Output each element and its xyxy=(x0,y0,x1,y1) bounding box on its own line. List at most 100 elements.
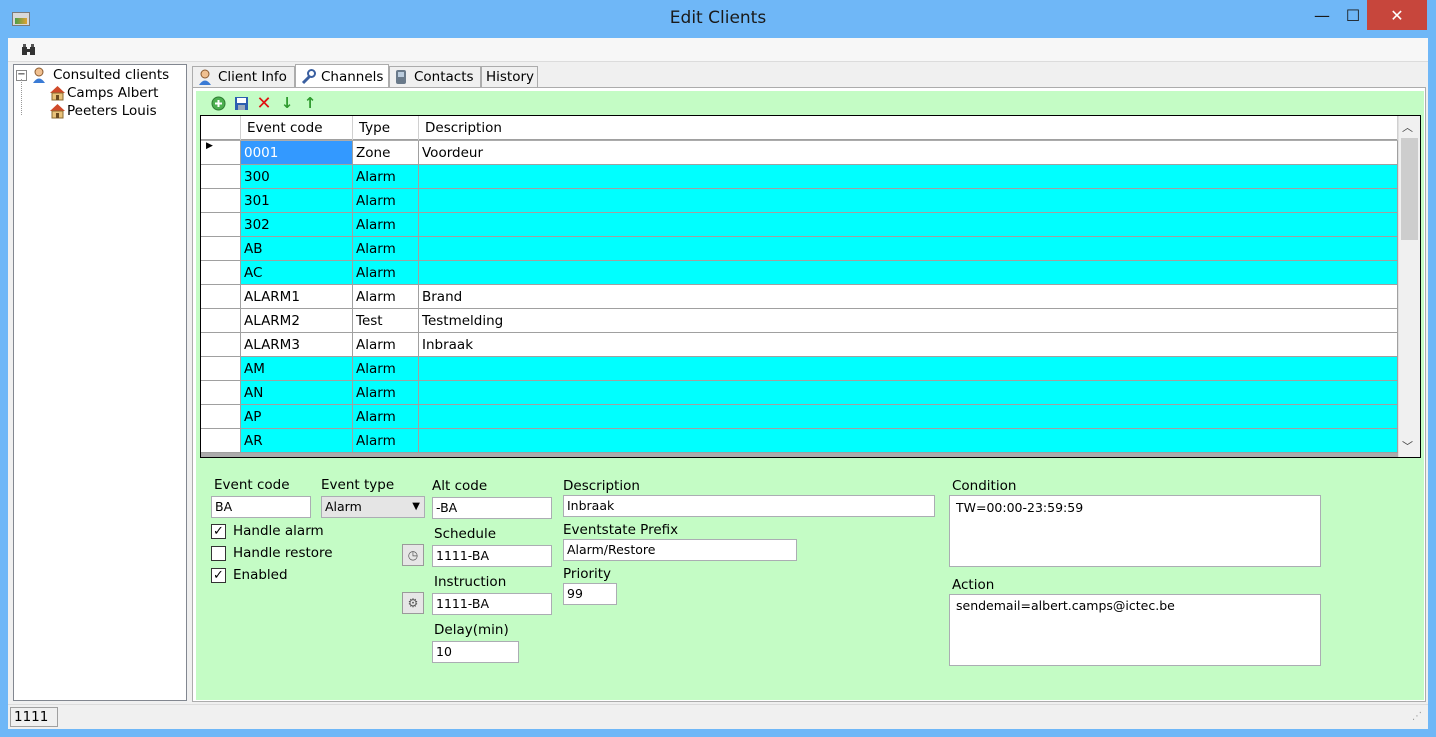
header-description[interactable]: Description xyxy=(419,116,1398,140)
delay-input[interactable]: 10 xyxy=(432,641,519,663)
table-row[interactable]: ▶ 0001 Zone Voordeur xyxy=(201,141,1398,165)
condition-textarea[interactable]: TW=00:00-23:59:59 xyxy=(949,495,1321,567)
resize-grip-icon[interactable]: ⋰ xyxy=(1412,711,1422,722)
cell-code[interactable]: AR xyxy=(241,429,353,452)
table-row[interactable]: 301 Alarm xyxy=(201,189,1398,213)
header-type[interactable]: Type xyxy=(353,116,419,140)
cell-code[interactable]: AP xyxy=(241,405,353,428)
cell-type[interactable]: Alarm xyxy=(353,285,419,308)
header-event-code[interactable]: Event code xyxy=(241,116,353,140)
row-header[interactable] xyxy=(201,213,241,236)
table-row[interactable]: AN Alarm xyxy=(201,381,1398,405)
enabled-checkbox[interactable]: ✓ xyxy=(211,568,226,583)
binoculars-icon[interactable] xyxy=(22,43,36,56)
scroll-up-icon[interactable]: ︿ xyxy=(1402,119,1413,135)
row-header[interactable] xyxy=(201,429,241,452)
cell-code[interactable]: AM xyxy=(241,357,353,380)
cell-type[interactable]: Test xyxy=(353,309,419,332)
table-row[interactable]: ALARM1 Alarm Brand xyxy=(201,285,1398,309)
table-row[interactable]: AP Alarm xyxy=(201,405,1398,429)
event-code-input[interactable]: BA xyxy=(211,496,311,518)
cell-code[interactable]: 302 xyxy=(241,213,353,236)
prefix-input[interactable]: Alarm/Restore xyxy=(563,539,797,561)
handle-restore-checkbox[interactable] xyxy=(211,546,226,561)
move-down-icon[interactable]: ↓ xyxy=(279,94,295,112)
row-header[interactable] xyxy=(201,189,241,212)
instruction-input[interactable]: 1111-BA xyxy=(432,593,552,615)
event-type-select[interactable]: Alarm ▼ xyxy=(321,496,425,518)
table-row[interactable]: AR Alarm xyxy=(201,429,1398,453)
cell-desc[interactable] xyxy=(419,237,1398,260)
table-row[interactable]: AC Alarm xyxy=(201,261,1398,285)
tab-contacts[interactable]: Contacts xyxy=(389,66,481,87)
cell-code[interactable]: AC xyxy=(241,261,353,284)
delete-icon[interactable]: ✕ xyxy=(256,93,272,114)
cell-code[interactable]: 301 xyxy=(241,189,353,212)
table-row[interactable]: 300 Alarm xyxy=(201,165,1398,189)
cell-desc[interactable] xyxy=(419,429,1398,452)
cell-desc[interactable]: Voordeur xyxy=(419,141,1398,164)
tab-history[interactable]: History xyxy=(481,66,538,87)
cell-type[interactable]: Alarm xyxy=(353,237,419,260)
gear-icon[interactable]: ⚙ xyxy=(402,592,424,614)
cell-code[interactable]: 300 xyxy=(241,165,353,188)
cell-code[interactable]: AB xyxy=(241,237,353,260)
cell-desc[interactable] xyxy=(419,381,1398,404)
row-header[interactable] xyxy=(201,333,241,356)
row-header[interactable] xyxy=(201,237,241,260)
row-header[interactable] xyxy=(201,357,241,380)
cell-desc[interactable]: Inbraak xyxy=(419,333,1398,356)
row-header[interactable] xyxy=(201,285,241,308)
cell-code[interactable]: ALARM1 xyxy=(241,285,353,308)
cell-type[interactable]: Alarm xyxy=(353,261,419,284)
cell-type[interactable]: Alarm xyxy=(353,333,419,356)
cell-type[interactable]: Zone xyxy=(353,141,419,164)
grid-scrollbar[interactable]: ︿ ﹀ xyxy=(1398,116,1420,457)
cell-desc[interactable] xyxy=(419,213,1398,236)
cell-type[interactable]: Alarm xyxy=(353,429,419,452)
cell-desc[interactable] xyxy=(419,357,1398,380)
tab-channels[interactable]: Channels xyxy=(295,64,389,88)
save-icon[interactable] xyxy=(233,95,249,111)
row-header[interactable]: ▶ xyxy=(201,141,241,164)
cell-type[interactable]: Alarm xyxy=(353,213,419,236)
cell-type[interactable]: Alarm xyxy=(353,189,419,212)
cell-code[interactable]: ALARM3 xyxy=(241,333,353,356)
table-row[interactable]: ALARM3 Alarm Inbraak xyxy=(201,333,1398,357)
scroll-thumb[interactable] xyxy=(1401,138,1418,240)
row-header[interactable] xyxy=(201,261,241,284)
scroll-down-icon[interactable]: ﹀ xyxy=(1402,438,1413,454)
description-input[interactable]: Inbraak xyxy=(563,495,935,517)
add-icon[interactable] xyxy=(210,95,226,111)
table-row[interactable]: 302 Alarm xyxy=(201,213,1398,237)
cell-type[interactable]: Alarm xyxy=(353,357,419,380)
alt-code-input[interactable]: -BA xyxy=(432,497,552,519)
move-up-icon[interactable]: ↑ xyxy=(302,94,318,112)
cell-desc[interactable]: Testmelding xyxy=(419,309,1398,332)
cell-code[interactable]: 0001 xyxy=(241,141,353,164)
table-row[interactable]: ALARM2 Test Testmelding xyxy=(201,309,1398,333)
cell-code[interactable]: ALARM2 xyxy=(241,309,353,332)
row-header[interactable] xyxy=(201,381,241,404)
cell-type[interactable]: Alarm xyxy=(353,165,419,188)
cell-type[interactable]: Alarm xyxy=(353,405,419,428)
cell-type[interactable]: Alarm xyxy=(353,381,419,404)
cell-desc[interactable] xyxy=(419,261,1398,284)
cell-desc[interactable] xyxy=(419,189,1398,212)
handle-alarm-checkbox[interactable]: ✓ xyxy=(211,524,226,539)
row-header[interactable] xyxy=(201,165,241,188)
tab-client-info[interactable]: Client Info xyxy=(192,66,295,87)
schedule-input[interactable]: 1111-BA xyxy=(432,545,552,567)
row-header[interactable] xyxy=(201,309,241,332)
action-textarea[interactable]: sendemail=albert.camps@ictec.be xyxy=(949,594,1321,666)
cell-desc[interactable] xyxy=(419,405,1398,428)
cell-desc[interactable]: Brand xyxy=(419,285,1398,308)
clock-icon[interactable]: ◷ xyxy=(402,544,424,566)
row-header[interactable] xyxy=(201,405,241,428)
priority-input[interactable]: 99 xyxy=(563,583,617,605)
table-row[interactable]: AM Alarm xyxy=(201,357,1398,381)
close-button[interactable]: ✕ xyxy=(1367,0,1427,30)
table-row[interactable]: AB Alarm xyxy=(201,237,1398,261)
cell-code[interactable]: AN xyxy=(241,381,353,404)
cell-desc[interactable] xyxy=(419,165,1398,188)
